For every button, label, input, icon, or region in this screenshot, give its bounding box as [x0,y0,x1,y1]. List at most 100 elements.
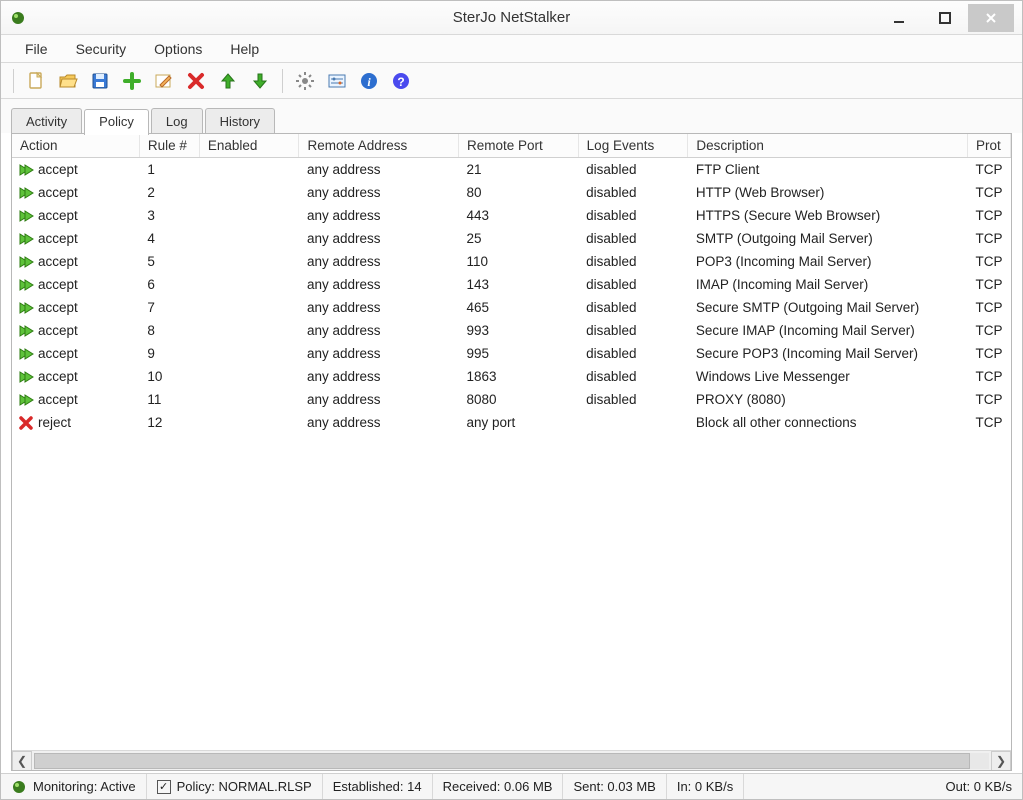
tab-log[interactable]: Log [151,108,203,134]
table-row[interactable]: accept4any address25disabledSMTP (Outgoi… [12,227,1011,250]
table-row[interactable]: accept8any address993disabledSecure IMAP… [12,319,1011,342]
cell-rule: 2 [139,181,199,204]
cell-protocol: TCP [968,388,1011,411]
col-rule[interactable]: Rule # [139,134,199,158]
cell-remote-address: any address [299,365,459,388]
cell-log-events: disabled [578,342,688,365]
status-received-label: Received: 0.06 MB [443,779,553,794]
table-row[interactable]: accept10any address1863disabledWindows L… [12,365,1011,388]
app-icon [9,9,27,27]
reject-icon [18,415,34,431]
status-in: In: 0 KB/s [667,774,744,799]
col-log-events[interactable]: Log Events [578,134,688,158]
scroll-track[interactable] [34,753,989,769]
cell-description: POP3 (Incoming Mail Server) [688,250,968,273]
table-row[interactable]: accept9any address995disabledSecure POP3… [12,342,1011,365]
edit-icon[interactable] [150,67,178,95]
cell-rule: 8 [139,319,199,342]
menu-security[interactable]: Security [62,37,141,61]
table-row[interactable]: accept6any address143disabledIMAP (Incom… [12,273,1011,296]
scroll-right-icon[interactable]: ❯ [991,751,1011,771]
cell-rule: 7 [139,296,199,319]
cell-remote-address: any address [299,319,459,342]
cell-rule: 5 [139,250,199,273]
cell-action: accept [38,231,78,246]
cell-remote-address: any address [299,342,459,365]
cell-description: IMAP (Incoming Mail Server) [688,273,968,296]
cell-enabled [199,365,299,388]
cell-description: Secure POP3 (Incoming Mail Server) [688,342,968,365]
cell-remote-port: 80 [458,181,578,204]
cell-rule: 3 [139,204,199,227]
col-action[interactable]: Action [12,134,139,158]
accept-icon [18,300,34,316]
tab-activity[interactable]: Activity [11,108,82,134]
menu-file[interactable]: File [11,37,62,61]
info-icon[interactable]: i [355,67,383,95]
cell-remote-port: 1863 [458,365,578,388]
scroll-left-icon[interactable]: ❮ [12,751,32,771]
table-row[interactable]: accept2any address80disabledHTTP (Web Br… [12,181,1011,204]
cell-enabled [199,319,299,342]
table-row[interactable]: accept11any address8080disabledPROXY (80… [12,388,1011,411]
table-row[interactable]: reject12any addressany portBlock all oth… [12,411,1011,434]
cell-enabled [199,181,299,204]
tab-row: Activity Policy Log History [1,99,1022,133]
gear-icon[interactable] [291,67,319,95]
save-icon[interactable] [86,67,114,95]
cell-action: accept [38,323,78,338]
col-remote-port[interactable]: Remote Port [458,134,578,158]
col-remote-address[interactable]: Remote Address [299,134,459,158]
settings-slider-icon[interactable] [323,67,351,95]
cell-rule: 12 [139,411,199,434]
cell-action: accept [38,185,78,200]
scroll-thumb[interactable] [34,753,970,769]
maximize-button[interactable] [922,4,968,32]
close-button[interactable] [968,4,1014,32]
status-sent: Sent: 0.03 MB [563,774,666,799]
table-row[interactable]: accept3any address443disabledHTTPS (Secu… [12,204,1011,227]
cell-log-events: disabled [578,365,688,388]
minimize-button[interactable] [876,4,922,32]
cell-remote-address: any address [299,411,459,434]
cell-protocol: TCP [968,204,1011,227]
policy-table[interactable]: Action Rule # Enabled Remote Address Rem… [12,134,1011,434]
add-icon[interactable] [118,67,146,95]
table-row[interactable]: accept7any address465disabledSecure SMTP… [12,296,1011,319]
status-established: Established: 14 [323,774,433,799]
cell-description: HTTP (Web Browser) [688,181,968,204]
horizontal-scrollbar[interactable]: ❮ ❯ [12,750,1011,770]
col-description[interactable]: Description [688,134,968,158]
policy-check-icon: ✓ [157,780,171,794]
cell-enabled [199,250,299,273]
cell-remote-port: 993 [458,319,578,342]
cell-log-events: disabled [578,227,688,250]
status-monitoring-label: Monitoring: Active [33,779,136,794]
menu-help[interactable]: Help [216,37,273,61]
accept-icon [18,162,34,178]
arrow-down-icon[interactable] [246,67,274,95]
menu-options[interactable]: Options [140,37,216,61]
delete-icon[interactable] [182,67,210,95]
cell-protocol: TCP [968,319,1011,342]
tab-policy[interactable]: Policy [84,109,149,135]
col-protocol[interactable]: Prot [968,134,1011,158]
table-row[interactable]: accept1any address21disabledFTP ClientTC… [12,158,1011,182]
tab-history[interactable]: History [205,108,275,134]
cell-rule: 4 [139,227,199,250]
table-header-row[interactable]: Action Rule # Enabled Remote Address Rem… [12,134,1011,158]
col-enabled[interactable]: Enabled [199,134,299,158]
cell-log-events: disabled [578,204,688,227]
cell-rule: 1 [139,158,199,182]
status-sent-label: Sent: 0.03 MB [573,779,655,794]
open-folder-icon[interactable] [54,67,82,95]
cell-description: Windows Live Messenger [688,365,968,388]
monitor-status-icon [11,779,27,795]
cell-enabled [199,273,299,296]
cell-protocol: TCP [968,250,1011,273]
table-row[interactable]: accept5any address110disabledPOP3 (Incom… [12,250,1011,273]
arrow-up-icon[interactable] [214,67,242,95]
help-icon[interactable]: ? [387,67,415,95]
cell-action: reject [38,415,71,430]
new-file-icon[interactable] [22,67,50,95]
